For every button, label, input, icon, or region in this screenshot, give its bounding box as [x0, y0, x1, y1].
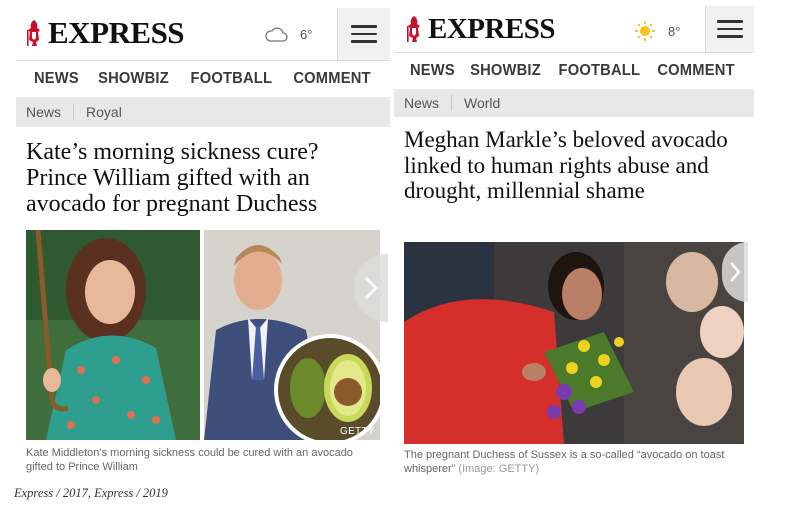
- article-screenshot-2019: EXPRESS 8° NEWS SHOWBIZ FOOTBALL COMMENT…: [394, 6, 754, 480]
- weather-temperature: 6°: [300, 26, 313, 42]
- meghan-markle-photo: [404, 242, 744, 444]
- nav-news[interactable]: NEWS: [34, 70, 79, 88]
- menu-button[interactable]: [337, 8, 390, 60]
- nav-comment[interactable]: COMMENT: [293, 70, 370, 88]
- image-caption: The pregnant Duchess of Sussex is a so-c…: [404, 448, 744, 476]
- weather-temperature: 8°: [668, 23, 681, 39]
- menu-button[interactable]: [705, 6, 754, 52]
- sun-icon: [635, 21, 655, 41]
- breadcrumb-news[interactable]: News: [394, 95, 453, 111]
- nav-showbiz[interactable]: SHOWBIZ: [470, 62, 541, 80]
- nav-comment[interactable]: COMMENT: [657, 62, 734, 80]
- article-screenshot-2017: EXPRESS 6° NEWS SHOWBIZ FOOTBALL COMMENT…: [16, 8, 390, 480]
- express-logo[interactable]: EXPRESS: [24, 15, 185, 50]
- image-credit: GETTY: [340, 426, 375, 437]
- source-citation: Express / 2017, Express / 2019: [14, 486, 168, 500]
- main-nav: NEWS SHOWBIZ FOOTBALL COMMENT: [16, 61, 390, 97]
- nav-football[interactable]: FOOTBALL: [558, 62, 640, 80]
- crusader-logo-icon: [407, 16, 420, 42]
- chevron-right-icon: [365, 277, 378, 299]
- caption-text: The pregnant Duchess of Sussex is a so-c…: [404, 449, 725, 475]
- article-headline: Meghan Markle’s beloved avocado linked t…: [404, 127, 728, 203]
- hamburger-icon: [717, 15, 743, 43]
- weather-widget[interactable]: 8°: [634, 20, 680, 42]
- nav-news[interactable]: NEWS: [410, 62, 455, 80]
- hamburger-icon: [351, 20, 377, 48]
- article-headline: Kate’s morning sickness cure? Prince Wil…: [26, 139, 319, 217]
- article-image: GETTY: [26, 229, 388, 446]
- site-header: EXPRESS 6°: [16, 8, 390, 61]
- kate-william-photo: [26, 229, 386, 446]
- breadcrumb: News Royal: [16, 97, 390, 127]
- breadcrumb: News World: [394, 89, 754, 117]
- weather-widget[interactable]: 6°: [264, 26, 312, 42]
- caption-credit: (Image: GETTY): [458, 463, 540, 475]
- express-logo[interactable]: EXPRESS: [404, 13, 556, 45]
- crusader-logo-icon: [27, 20, 40, 46]
- main-nav: NEWS SHOWBIZ FOOTBALL COMMENT: [394, 53, 754, 89]
- cloud-icon: [265, 27, 288, 42]
- breadcrumb-news[interactable]: News: [16, 104, 75, 120]
- image-caption: Kate Middleton’s morning sickness could …: [26, 447, 353, 473]
- logo-text: EXPRESS: [428, 13, 556, 45]
- nav-showbiz[interactable]: SHOWBIZ: [98, 70, 169, 88]
- breadcrumb-world[interactable]: World: [452, 95, 512, 111]
- site-header: EXPRESS 8°: [394, 6, 754, 53]
- chevron-right-icon: [730, 262, 741, 282]
- logo-text: EXPRESS: [48, 15, 185, 50]
- article-image: [404, 242, 748, 444]
- breadcrumb-royal[interactable]: Royal: [74, 104, 134, 120]
- nav-football[interactable]: FOOTBALL: [190, 70, 272, 88]
